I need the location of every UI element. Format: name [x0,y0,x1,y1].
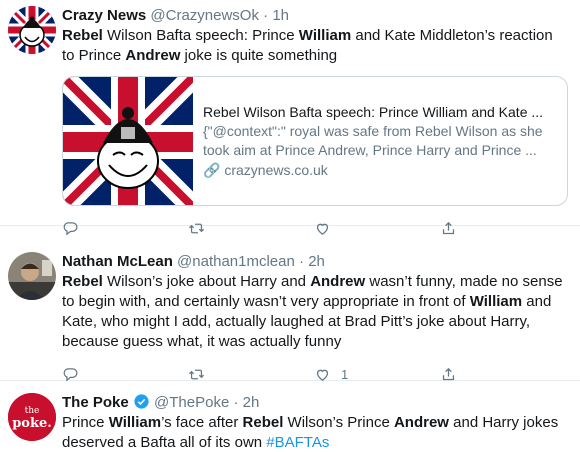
highlighted-term: Andrew [393,414,449,431]
display-name[interactable]: Crazy News [62,7,146,24]
highlighted-term: Andrew [310,273,366,290]
tweet-text: Prince William’s face after Rebel Wilson… [62,413,566,452]
share-button[interactable] [440,366,566,383]
card-body: Rebel Wilson Bafta speech: Prince Willia… [193,77,567,205]
like-count: 1 [341,366,349,382]
display-name[interactable]: Nathan McLean [62,253,173,270]
highlighted-term: William [469,293,523,310]
highlighted-term: Rebel [242,414,284,431]
tweet[interactable]: Crazy News @CrazynewsOk · 1h Rebel Wilso… [0,0,580,235]
tweet-header: Crazy News @CrazynewsOk · 1h [62,6,566,25]
avatar[interactable]: the poke. [8,393,56,441]
timestamp[interactable]: 2h [308,253,325,270]
the-poke-logo: the poke. [8,393,56,441]
highlighted-term: Rebel [62,273,103,290]
reply-button[interactable] [62,366,188,383]
user-handle[interactable]: @nathan1mclean [177,253,295,270]
separator: · [263,7,269,24]
link-card[interactable]: Rebel Wilson Bafta speech: Prince Willia… [62,76,568,206]
user-handle[interactable]: @CrazynewsOk [150,7,259,24]
retweet-button[interactable] [188,366,314,383]
timestamp[interactable]: 1h [272,7,289,24]
tweet[interactable]: the poke. The Poke @ThePoke · 2h Prince … [0,381,580,452]
card-domain-text: crazynews.co.uk [224,161,328,178]
svg-text:the: the [25,406,40,416]
tweet-text: Rebel Wilson’s joke about Harry and Andr… [62,272,566,352]
card-description: {"@context":" royal was safe from Rebel … [203,122,543,158]
highlighted-term: William [108,414,162,431]
share-icon [442,367,455,380]
svg-text:poke.: poke. [12,416,52,431]
avatar[interactable] [8,252,56,300]
display-name[interactable]: The Poke [62,394,129,411]
text-segment: Prince [62,414,109,431]
highlighted-term: Andrew [125,47,181,64]
card-image [63,77,201,205]
link-icon: 🔗 [203,161,221,178]
hashtag-link[interactable]: #BAFTAs [266,434,329,451]
card-title: Rebel Wilson Bafta speech: Prince Willia… [203,103,544,120]
highlighted-term: Rebel [62,27,103,44]
tweet[interactable]: Nathan McLean @nathan1mclean · 2h Rebel … [0,226,580,383]
retweet-icon [188,369,205,379]
user-handle[interactable]: @ThePoke [154,394,229,411]
text-segment: joke is quite something [180,47,338,64]
tweet-header: The Poke @ThePoke · 2h [62,393,566,412]
tweet-header: Nathan McLean @nathan1mclean · 2h [62,252,566,271]
highlighted-term: William [298,27,352,44]
timestamp[interactable]: 2h [243,394,260,411]
separator: · [233,394,239,411]
like-button[interactable]: 1 [314,366,440,383]
text-segment: Wilson’s joke about Harry and [102,273,311,290]
text-segment: Wilson Bafta speech: Prince [102,27,299,44]
text-segment: Wilson’s Prince [283,414,394,431]
reply-icon [63,367,78,381]
separator: · [299,253,305,270]
verified-badge-icon [134,394,149,409]
card-domain: 🔗 crazynews.co.uk [203,161,557,180]
text-segment: ’s face after [161,414,243,431]
tweet-text: Rebel Wilson Bafta speech: Prince Willia… [62,26,566,66]
avatar[interactable] [8,6,56,54]
heart-icon [316,369,329,381]
